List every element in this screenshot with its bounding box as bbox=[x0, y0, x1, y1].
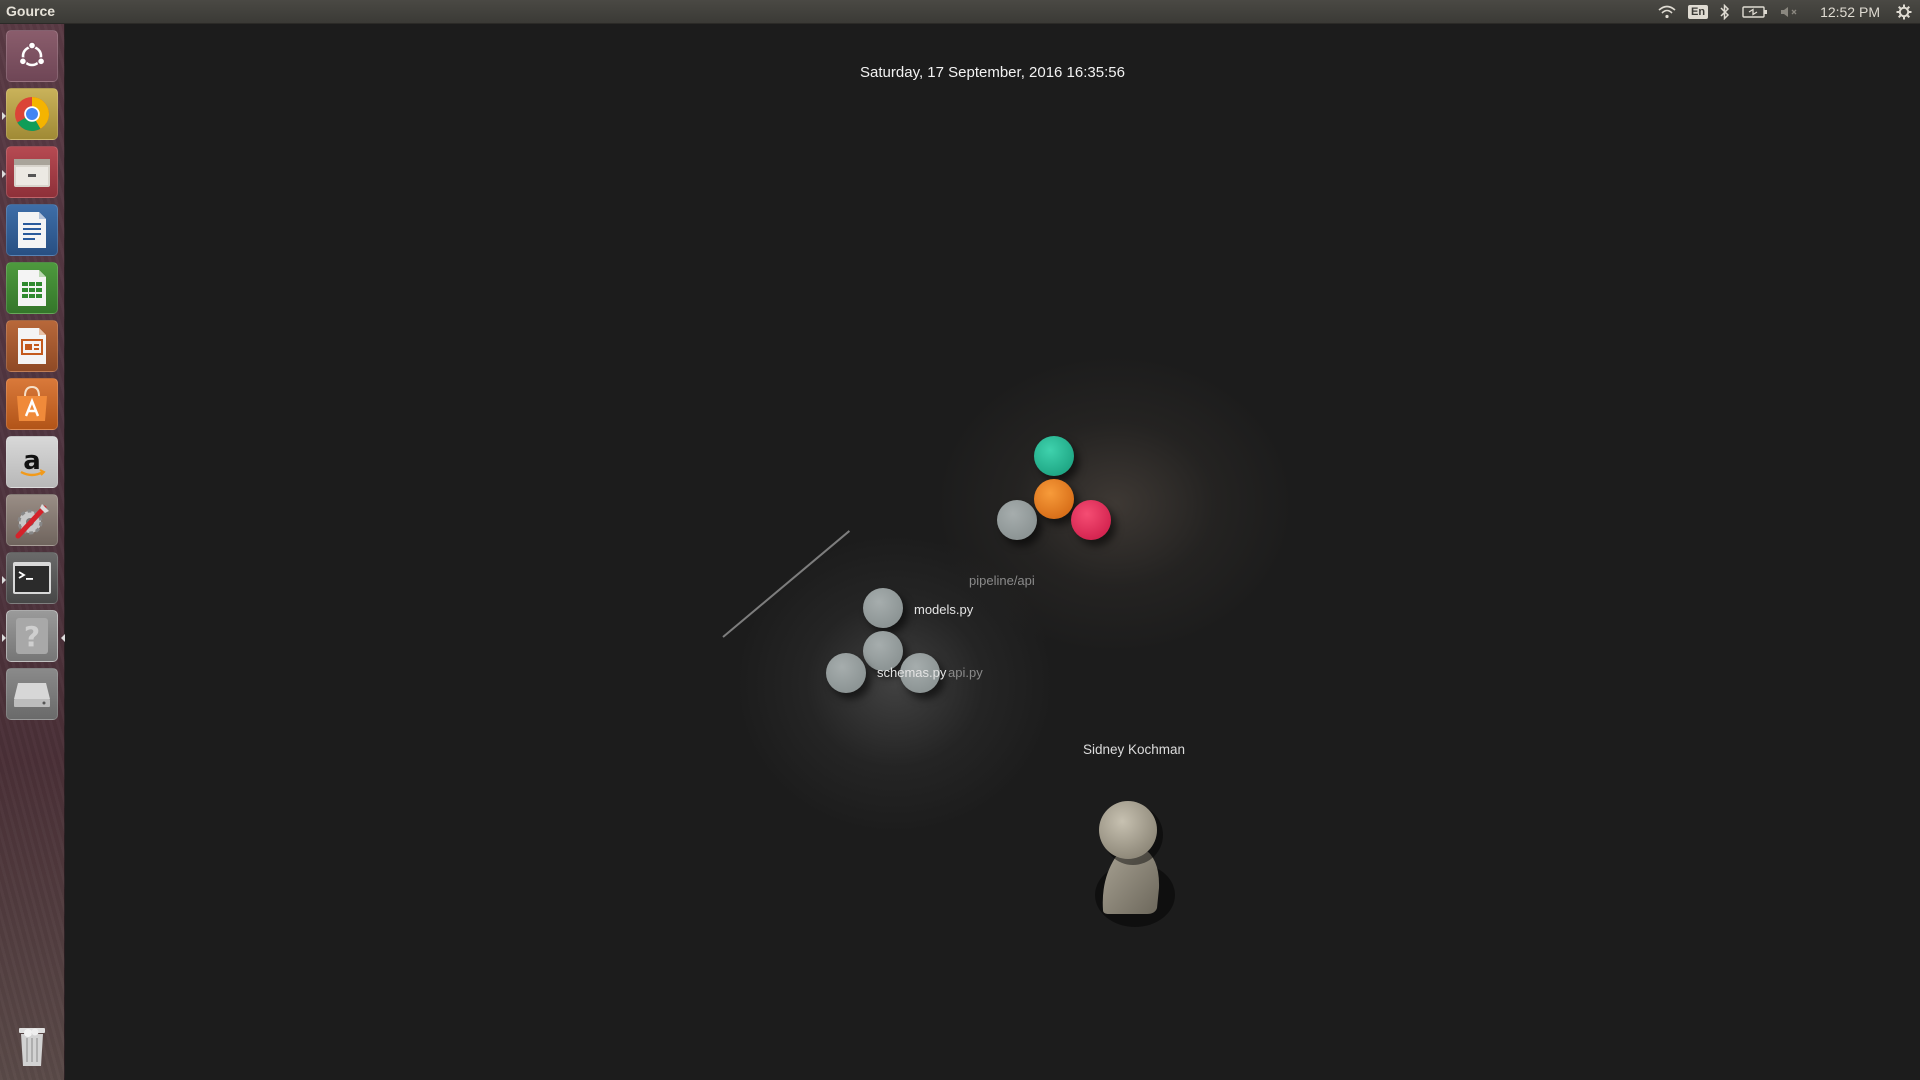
clock[interactable]: 12:52 PM bbox=[1820, 0, 1880, 24]
bluetooth-icon[interactable] bbox=[1720, 0, 1730, 24]
amazon-icon: a bbox=[20, 446, 46, 477]
chrome-icon bbox=[15, 97, 49, 131]
app-title: Gource bbox=[6, 3, 56, 19]
libreoffice-impress-icon bbox=[18, 328, 46, 364]
launcher-item-files[interactable] bbox=[2, 146, 58, 198]
launcher-item-dash[interactable] bbox=[6, 30, 58, 82]
disk-drive-icon bbox=[14, 683, 50, 707]
launcher-item-amazon[interactable]: a bbox=[6, 436, 58, 488]
running-indicator bbox=[2, 170, 6, 178]
launcher-item-impress[interactable] bbox=[6, 320, 58, 372]
launcher-item-chrome[interactable] bbox=[2, 88, 58, 140]
launcher-item-system-settings[interactable] bbox=[6, 494, 58, 546]
launcher-item-writer[interactable] bbox=[6, 204, 58, 256]
keyboard-layout-indicator[interactable]: En bbox=[1688, 5, 1709, 19]
launcher: a ? bbox=[0, 24, 65, 1080]
ubuntu-logo-icon bbox=[18, 41, 46, 67]
libreoffice-writer-icon bbox=[18, 212, 46, 248]
launcher-item-trash[interactable] bbox=[6, 1020, 58, 1072]
directory-label: pipeline/api bbox=[969, 573, 1035, 588]
launcher-item-gource[interactable]: ? bbox=[2, 610, 65, 662]
launcher-item-terminal[interactable] bbox=[2, 552, 58, 604]
launcher-item-software-center[interactable] bbox=[6, 378, 58, 430]
svg-text:a: a bbox=[23, 446, 41, 476]
running-indicator bbox=[2, 634, 6, 642]
file-label-api: api.py bbox=[948, 665, 983, 680]
user-name: Sidney Kochman bbox=[1083, 742, 1186, 757]
battery-icon[interactable] bbox=[1742, 0, 1768, 24]
file-node-orange[interactable] bbox=[1034, 479, 1074, 519]
top-panel: Gource En 12:52 PM bbox=[0, 0, 1920, 24]
libreoffice-calc-icon bbox=[18, 270, 46, 306]
date-title: Saturday, 17 September, 2016 16:35:56 bbox=[860, 64, 1125, 81]
file-node-schemas[interactable] bbox=[826, 653, 866, 693]
volume-muted-icon[interactable] bbox=[1780, 0, 1800, 24]
wifi-icon[interactable] bbox=[1658, 0, 1676, 24]
directory-node[interactable] bbox=[997, 500, 1037, 540]
launcher-item-drive[interactable] bbox=[6, 668, 58, 720]
file-label-models: models.py bbox=[914, 602, 974, 617]
shopping-bag-icon bbox=[17, 385, 47, 421]
file-node-pink[interactable] bbox=[1071, 500, 1111, 540]
svg-text:?: ? bbox=[24, 620, 40, 653]
focused-indicator bbox=[61, 634, 65, 642]
unknown-app-icon: ? bbox=[16, 618, 48, 654]
file-manager-icon bbox=[14, 159, 50, 187]
settings-tools-icon bbox=[15, 504, 49, 539]
user-avatar-icon[interactable] bbox=[1085, 780, 1185, 930]
indicator-area: En 12:52 PM bbox=[1652, 0, 1920, 24]
running-indicator bbox=[2, 112, 6, 120]
file-node-teal[interactable] bbox=[1034, 436, 1074, 476]
running-indicator bbox=[2, 576, 6, 584]
file-node-models[interactable] bbox=[863, 588, 903, 628]
trash-icon bbox=[19, 1028, 45, 1066]
terminal-icon bbox=[13, 562, 51, 594]
settings-gear-icon[interactable] bbox=[1896, 0, 1912, 24]
gource-canvas[interactable]: Saturday, 17 September, 2016 16:35:56 pi… bbox=[65, 24, 1920, 1080]
launcher-item-calc[interactable] bbox=[6, 262, 58, 314]
file-label-schemas: schemas.py bbox=[877, 665, 947, 680]
